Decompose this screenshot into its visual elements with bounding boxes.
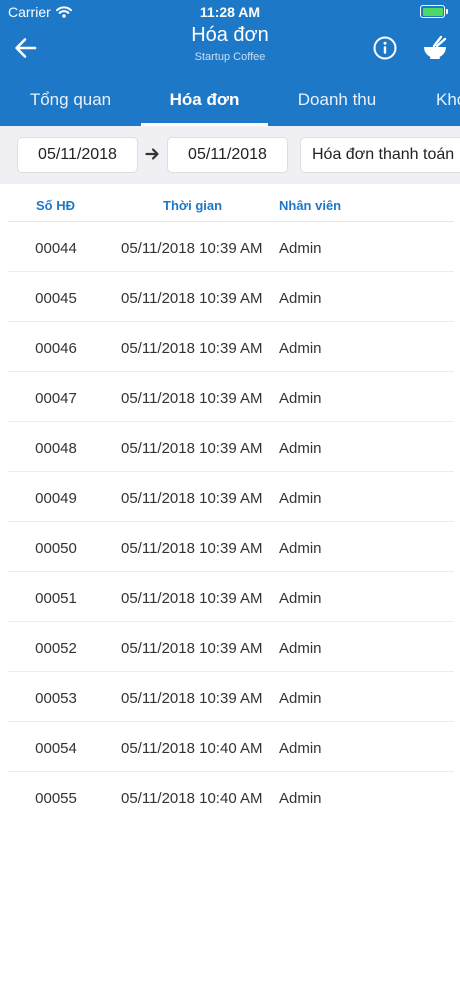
invoice-type-value: Hóa đơn thanh toán <box>312 146 455 163</box>
invoice-list: 00044 05/11/2018 10:39 AM Admin 00045 05/11… <box>8 222 454 822</box>
arrow-right-icon <box>145 148 159 160</box>
invoice-number: 00047 <box>35 390 77 407</box>
invoice-employee: Admin <box>279 640 322 657</box>
invoice-number: 00044 <box>35 240 77 257</box>
table-row[interactable]: 00048 05/11/2018 10:39 AM Admin <box>8 422 454 472</box>
invoice-number: 00055 <box>35 790 77 807</box>
invoice-time: 05/11/2018 10:39 AM <box>121 240 263 257</box>
invoice-employee: Admin <box>279 690 322 707</box>
invoice-number: 00048 <box>35 440 77 457</box>
invoice-time: 05/11/2018 10:39 AM <box>121 490 263 507</box>
table-row[interactable]: 00054 05/11/2018 10:40 AM Admin <box>8 722 454 772</box>
tab-bar: Tổng quan Hóa đơn Doanh thu Kho <box>0 79 460 126</box>
invoice-employee: Admin <box>279 440 322 457</box>
table-row[interactable]: 00049 05/11/2018 10:39 AM Admin <box>8 472 454 522</box>
invoice-employee: Admin <box>279 240 322 257</box>
invoice-time: 05/11/2018 10:39 AM <box>121 290 263 307</box>
invoice-employee: Admin <box>279 490 322 507</box>
invoice-number: 00053 <box>35 690 77 707</box>
invoice-time: 05/11/2018 10:39 AM <box>121 590 263 607</box>
column-header-employee: Nhân viên <box>279 198 342 213</box>
invoice-employee: Admin <box>279 340 322 357</box>
invoice-number: 00052 <box>35 640 77 657</box>
table-row[interactable]: 00052 05/11/2018 10:39 AM Admin <box>8 622 454 672</box>
invoice-time: 05/11/2018 10:39 AM <box>121 540 263 557</box>
column-header-time: Thời gian <box>163 198 223 213</box>
app-header: Carrier 11:28 AM Hóa đơn Startup Coffee <box>0 0 460 126</box>
tab-inventory[interactable]: Kho <box>436 79 460 126</box>
status-time: 11:28 AM <box>199 4 261 20</box>
invoice-time: 05/11/2018 10:39 AM <box>121 390 263 407</box>
invoice-number: 00045 <box>35 290 77 307</box>
invoice-time: 05/11/2018 10:39 AM <box>121 340 263 357</box>
table-row[interactable]: 00055 05/11/2018 10:40 AM Admin <box>8 772 454 822</box>
table-row[interactable]: 00047 05/11/2018 10:39 AM Admin <box>8 372 454 422</box>
tab-invoices[interactable]: Hóa đơn <box>141 79 268 126</box>
invoice-time: 05/11/2018 10:39 AM <box>121 640 263 657</box>
table-row[interactable]: 00050 05/11/2018 10:39 AM Admin <box>8 522 454 572</box>
invoice-employee: Admin <box>279 740 322 757</box>
invoice-employee: Admin <box>279 290 322 307</box>
invoice-employee: Admin <box>279 540 322 557</box>
bowl-icon[interactable] <box>422 34 448 60</box>
invoice-number: 00051 <box>35 590 77 607</box>
table-row[interactable]: 00045 05/11/2018 10:39 AM Admin <box>8 272 454 322</box>
nav-bar: Hóa đơn Startup Coffee <box>0 22 460 72</box>
invoice-employee: Admin <box>279 590 322 607</box>
from-date-field[interactable]: 05/11/2018 <box>17 137 138 173</box>
table-row[interactable]: 00046 05/11/2018 10:39 AM Admin <box>8 322 454 372</box>
invoice-number: 00054 <box>35 740 77 757</box>
filter-bar: 05/11/2018 05/11/2018 Hóa đơn thanh toán… <box>0 126 460 184</box>
invoice-time: 05/11/2018 10:39 AM <box>121 690 263 707</box>
invoice-number: 00046 <box>35 340 77 357</box>
status-bar: Carrier 11:28 AM <box>0 0 460 24</box>
tab-revenue[interactable]: Doanh thu <box>268 79 406 126</box>
table-row[interactable]: 00051 05/11/2018 10:39 AM Admin <box>8 572 454 622</box>
invoice-employee: Admin <box>279 790 322 807</box>
tab-overview[interactable]: Tổng quan <box>0 79 141 126</box>
battery-icon <box>420 5 448 18</box>
column-header-number: Số HĐ <box>36 198 75 213</box>
invoice-time: 05/11/2018 10:40 AM <box>121 790 263 807</box>
table-header: Số HĐ Thời gian Nhân viên <box>8 184 454 222</box>
invoice-time: 05/11/2018 10:40 AM <box>121 740 263 757</box>
invoice-number: 00050 <box>35 540 77 557</box>
invoice-type-select[interactable]: Hóa đơn thanh toán▼ <box>300 137 460 173</box>
invoice-time: 05/11/2018 10:39 AM <box>121 440 263 457</box>
invoice-employee: Admin <box>279 390 322 407</box>
info-icon[interactable] <box>373 36 397 60</box>
invoice-number: 00049 <box>35 490 77 507</box>
table-row[interactable]: 00044 05/11/2018 10:39 AM Admin <box>8 222 454 272</box>
to-date-field[interactable]: 05/11/2018 <box>167 137 288 173</box>
table-row[interactable]: 00053 05/11/2018 10:39 AM Admin <box>8 672 454 722</box>
